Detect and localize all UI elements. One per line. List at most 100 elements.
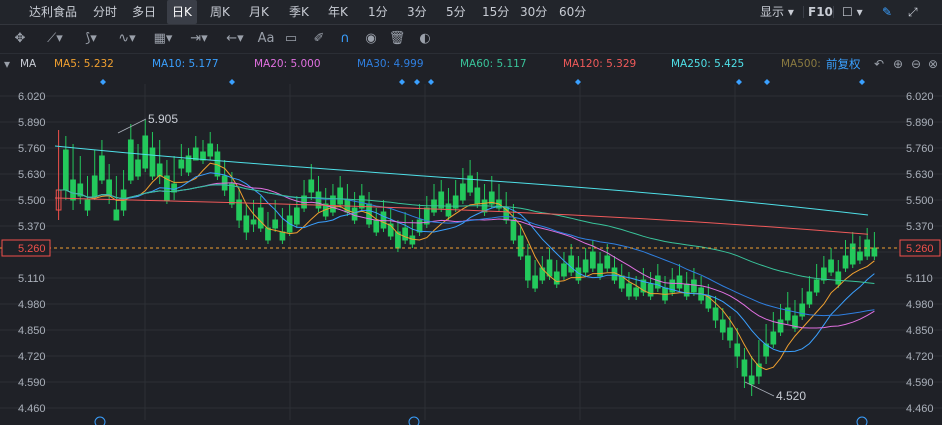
y-tick-left: 5.500: [18, 195, 46, 207]
bottom-event-marker: [408, 416, 420, 425]
candle-body: [676, 275, 683, 289]
event-marker: [859, 79, 865, 85]
y-tick-right: 5.500: [906, 195, 934, 207]
high-label: 5.905: [148, 112, 178, 126]
candle-body: [84, 199, 91, 211]
candle-body: [467, 175, 473, 193]
candle-body: [553, 271, 560, 285]
candle-body: [91, 175, 98, 197]
candle-body: [149, 147, 156, 177]
candle-body: [243, 215, 250, 233]
candle-body: [806, 291, 813, 305]
candle-body: [734, 343, 741, 357]
candle-body: [265, 227, 271, 241]
candle-body: [474, 187, 481, 205]
candle-body: [106, 179, 112, 197]
candle-body: [626, 283, 632, 297]
candle-body: [207, 143, 214, 157]
candle-body: [719, 319, 726, 333]
candle-body: [633, 287, 639, 297]
low-leader: [744, 381, 775, 397]
y-tick-right: 4.460: [906, 403, 934, 415]
y-tick-right: 6.020: [906, 91, 934, 103]
ma250-line: [54, 145, 869, 216]
candle-body: [748, 375, 755, 385]
candle-body: [568, 255, 575, 273]
candle-body: [741, 359, 748, 377]
candle-body: [871, 247, 878, 257]
ma120-line: [54, 197, 869, 235]
low-label: 4.520: [776, 389, 806, 403]
event-marker: [428, 79, 434, 85]
event-marker: [100, 79, 106, 85]
candle-body: [178, 159, 185, 169]
candle-body: [279, 231, 286, 241]
candle-body: [849, 243, 856, 265]
candle-body: [561, 263, 567, 277]
candle-body: [727, 327, 733, 341]
event-marker: [399, 79, 405, 85]
candle-body: [691, 279, 697, 293]
y-tick-left: 5.110: [18, 273, 45, 285]
candle-body: [250, 219, 257, 225]
y-tick-left: 6.020: [18, 91, 46, 103]
candle-body: [777, 319, 784, 333]
candle-body: [272, 219, 279, 229]
candle-body: [409, 235, 416, 245]
ma-line: [58, 182, 875, 329]
candle-body: [532, 275, 538, 289]
candle-body: [582, 259, 589, 273]
y-tick-right: 5.890: [906, 117, 934, 129]
y-tick-right: 5.370: [906, 221, 934, 233]
y-tick-left: 4.980: [18, 299, 46, 311]
candle-body: [647, 283, 654, 297]
y-tick-left: 5.370: [18, 221, 46, 233]
candle-body: [510, 219, 517, 241]
candle-body: [142, 135, 149, 169]
price-tag-left: 5.260: [18, 243, 46, 255]
candle-body: [308, 179, 315, 193]
y-tick-right: 4.850: [906, 325, 934, 337]
event-marker: [736, 79, 742, 85]
candle-body: [589, 251, 596, 269]
candle-body: [525, 255, 531, 281]
candle-body: [416, 219, 423, 233]
candle-body: [351, 207, 358, 221]
candle-body: [70, 179, 76, 201]
candle-body: [135, 159, 141, 177]
event-marker: [764, 79, 770, 85]
y-tick-left: 5.890: [18, 117, 46, 129]
candle-body: [842, 255, 849, 269]
candle-body: [821, 267, 827, 281]
bottom-event-marker: [856, 416, 868, 425]
y-tick-right: 4.590: [906, 377, 934, 389]
candle-body: [127, 139, 134, 181]
candle-body: [380, 211, 387, 229]
candle-body: [828, 259, 834, 273]
candle-body: [62, 149, 69, 191]
candle-body: [113, 209, 120, 221]
candle-body: [546, 259, 553, 277]
y-tick-right: 5.760: [906, 143, 934, 155]
y-tick-left: 4.460: [18, 403, 46, 415]
kline-chart[interactable]: 6.020 6.020 5.890 5.890 5.760 5.760 5.630 5.630…: [0, 0, 942, 425]
event-marker: [414, 79, 420, 85]
candle-body: [857, 251, 863, 261]
candle-body: [654, 275, 661, 289]
candle-body: [517, 235, 524, 257]
candle-body: [402, 227, 408, 241]
candle-body: [712, 307, 719, 321]
candle-body: [229, 183, 235, 205]
candle-body: [683, 283, 690, 297]
candle-body: [373, 219, 380, 233]
candle-body: [337, 187, 344, 205]
candle-body: [835, 271, 842, 285]
candle-body: [257, 207, 264, 229]
price-tag-right: 5.260: [906, 243, 934, 255]
y-tick-right: 5.110: [906, 273, 933, 285]
event-marker: [229, 79, 235, 85]
candle-body: [294, 207, 300, 225]
y-tick-right: 4.720: [906, 351, 934, 363]
y-tick-left: 5.760: [18, 143, 46, 155]
candle-body: [813, 279, 820, 293]
